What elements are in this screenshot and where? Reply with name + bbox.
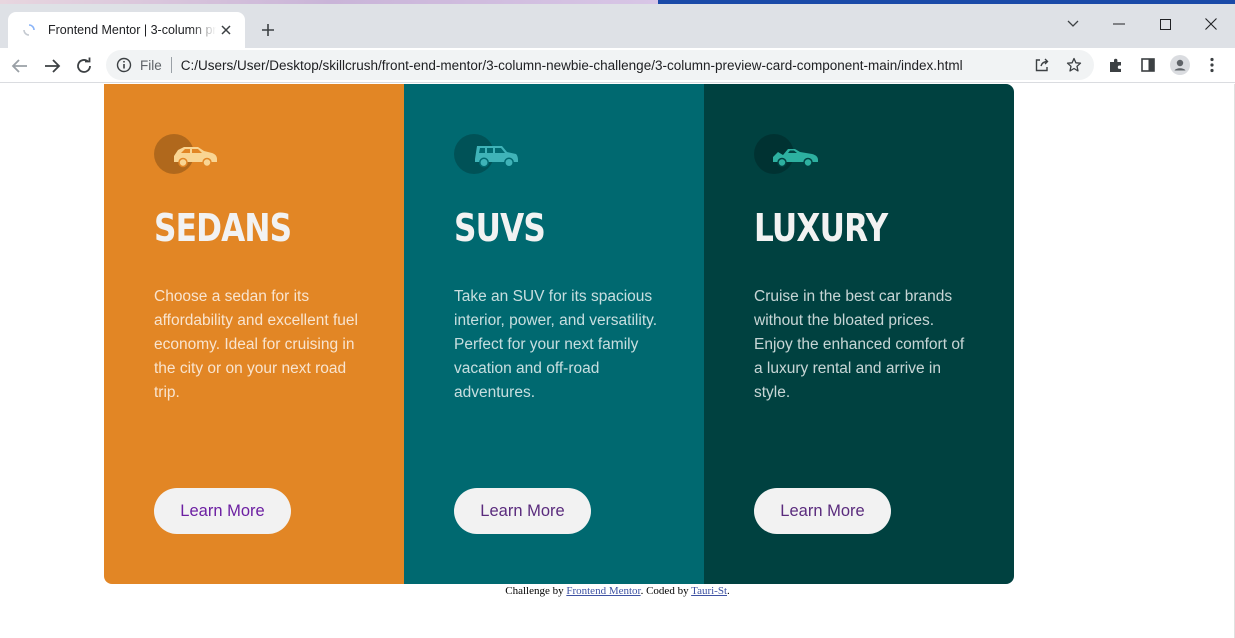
card-suvs: SUVS Take an SUV for its spacious interi… — [404, 84, 704, 584]
loading-favicon-icon — [22, 23, 36, 37]
forward-button[interactable] — [38, 52, 66, 80]
browser-tab[interactable]: Frontend Mentor | 3-column preview card … — [8, 12, 245, 48]
tab-bar: Frontend Mentor | 3-column preview card … — [0, 4, 1235, 48]
url-text[interactable]: C:/Users/User/Desktop/skillcrush/front-e… — [181, 58, 963, 73]
browser-toolbar: File C:/Users/User/Desktop/skillcrush/fr… — [0, 48, 1235, 83]
card-description: Take an SUV for its spacious interior, p… — [454, 288, 658, 401]
address-scheme-label: File — [140, 57, 162, 73]
attribution-prefix: Challenge by — [505, 585, 567, 597]
address-separator — [170, 57, 172, 73]
sedan-car-icon — [154, 134, 217, 174]
more-menu-icon[interactable] — [1201, 54, 1223, 76]
card-luxury: LUXURY Cruise in the best car brands wit… — [704, 84, 1014, 584]
site-info-icon[interactable] — [116, 57, 132, 73]
new-tab-button[interactable] — [256, 18, 280, 42]
minimize-button[interactable] — [1096, 10, 1142, 38]
attribution-suffix: . — [727, 585, 730, 597]
tab-title: Frontend Mentor | 3-column preview card … — [48, 23, 216, 37]
attribution: Challenge by Frontend Mentor. Coded by T… — [0, 584, 1235, 598]
card-description: Cruise in the best car brands without th… — [754, 288, 965, 401]
side-panel-icon[interactable] — [1137, 54, 1159, 76]
profile-avatar-icon[interactable] — [1169, 54, 1191, 76]
card-title: LUXURY — [754, 206, 888, 250]
learn-more-button[interactable]: Learn More — [154, 488, 291, 534]
suv-car-icon — [454, 134, 518, 174]
back-button[interactable] — [6, 52, 34, 80]
luxury-car-icon — [754, 134, 818, 174]
card-title: SUVS — [454, 206, 546, 250]
address-bar[interactable]: File C:/Users/User/Desktop/skillcrush/fr… — [106, 50, 1094, 80]
bookmark-star-icon[interactable] — [1064, 55, 1084, 75]
close-window-button[interactable] — [1188, 10, 1234, 38]
card-sedans: SEDANS Choose a sedan for its affordabil… — [104, 84, 404, 584]
card-group: SEDANS Choose a sedan for its affordabil… — [104, 84, 1014, 584]
learn-more-button[interactable]: Learn More — [454, 488, 591, 534]
extensions-puzzle-icon[interactable] — [1105, 54, 1127, 76]
tab-search-chevron-icon[interactable] — [1050, 10, 1096, 38]
author-link[interactable]: Tauri-St — [691, 585, 727, 597]
learn-more-button[interactable]: Learn More — [754, 488, 891, 534]
card-title: SEDANS — [154, 206, 292, 250]
share-icon[interactable] — [1032, 55, 1052, 75]
card-description: Choose a sedan for its affordability and… — [154, 288, 358, 401]
reload-button[interactable] — [70, 52, 98, 80]
close-tab-icon[interactable] — [217, 21, 235, 39]
maximize-button[interactable] — [1142, 10, 1188, 38]
frontend-mentor-link[interactable]: Frontend Mentor — [566, 585, 640, 597]
attribution-middle: . Coded by — [640, 585, 692, 597]
page-viewport: SEDANS Choose a sedan for its affordabil… — [0, 84, 1235, 638]
